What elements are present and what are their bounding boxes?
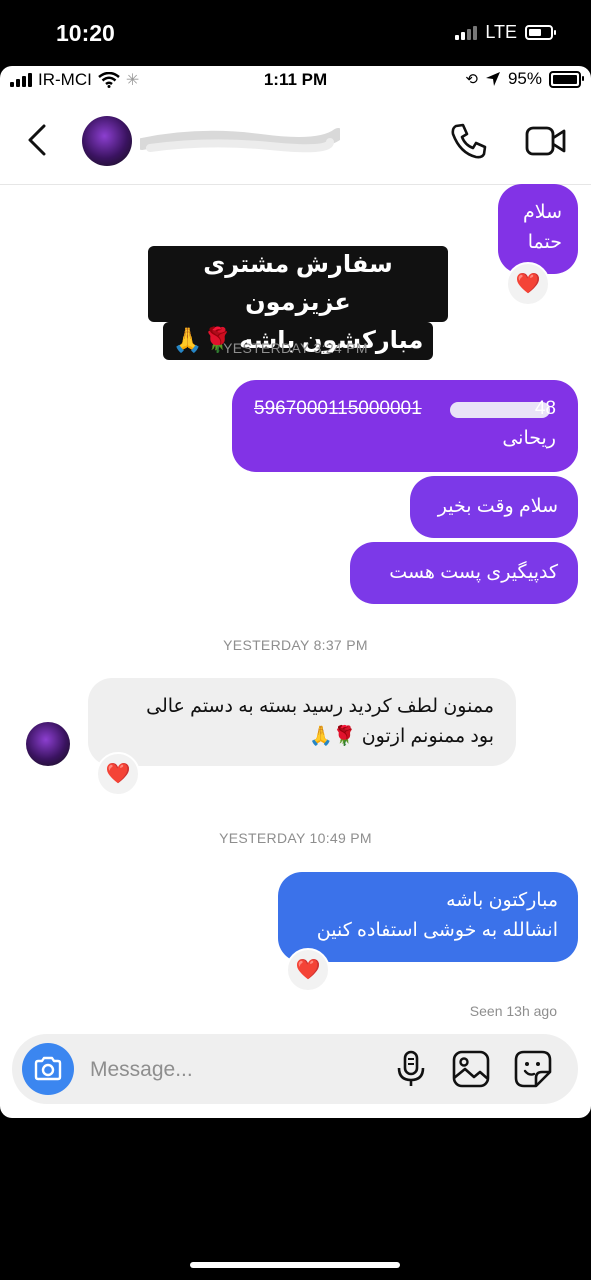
received-message[interactable]: ممنون لطف کردید رسید بسته به دستم عالی ب… [88,678,516,766]
redaction-scribble [140,128,340,153]
sticker-line: سفارش مشتری عزیزمون [148,246,448,322]
message-composer [12,1034,578,1104]
message-line: حتما [527,232,562,253]
location-icon [485,72,500,86]
sticker-icon[interactable] [514,1050,552,1088]
reaction-heart-icon[interactable]: ❤️ [96,752,140,796]
reaction-heart-icon[interactable]: ❤️ [286,948,330,992]
camera-icon [34,1056,62,1081]
camera-button[interactable] [22,1043,74,1095]
contact-name[interactable] [140,126,340,156]
reaction-heart-icon[interactable]: ❤️ [506,262,550,306]
sender-avatar[interactable] [26,722,70,766]
inner-status-icons: ⟲ 95% [465,69,584,89]
home-indicator[interactable] [190,1262,400,1268]
message-line: مبارکتون باشه [446,890,558,911]
timestamp-divider: YESTERDAY 8:37 PM [223,637,368,653]
timestamp-divider: YESTERDAY 10:49 PM [219,830,372,846]
message-line: سلام وقت بخیر [437,496,558,517]
instagram-dm-screen: IR-MCI ✳ 1:11 PM ⟲ 95% سلام حتما ❤️ سفار… [0,66,591,1118]
back-arrow-icon[interactable] [22,120,56,160]
battery-icon [549,70,584,88]
battery-icon [525,25,556,40]
message-input[interactable] [88,1052,372,1088]
video-call-icon[interactable] [523,120,569,162]
microphone-icon[interactable] [394,1050,428,1088]
message-line: ممنون لطف کردید رسید بسته به دستم عالی [146,696,494,717]
inner-status-bar: IR-MCI ✳ 1:11 PM ⟲ 95% [0,66,591,96]
message-line: بود ممنونم ازتون 🌹🙏 [309,726,494,747]
network-type: LTE [485,22,517,42]
sent-message-4[interactable]: کدپیگیری پست هست [350,542,578,604]
sent-message-3[interactable]: سلام وقت بخیر [410,476,578,538]
outer-status-icons: LTE [455,22,556,43]
contact-avatar[interactable] [82,116,132,166]
outer-clock: 10:20 [56,20,115,46]
timestamp-divider: YESTERDAY 3:24 PM [223,340,368,356]
message-line: ریحانی [502,428,556,449]
sent-message-6[interactable]: مبارکتون باشه انشالله به خوشی استفاده کن… [278,872,578,962]
message-line: سلام [522,202,562,223]
tracking-number: 5967000115000001 [254,398,422,419]
message-line: انشالله به خوشی استفاده کنین [316,920,558,941]
sent-message-2[interactable]: 5967000115000001 48 ریحانی [232,380,578,472]
sent-message-1[interactable]: سلام حتما [498,184,578,274]
rotation-lock-icon: ⟲ [465,71,478,88]
battery-percent: 95% [507,69,542,88]
message-line: کدپیگیری پست هست [389,562,558,583]
tracking-number-tail: 48 [534,398,556,419]
gallery-icon[interactable] [452,1050,490,1088]
phone-call-icon[interactable] [448,120,490,162]
cell-signal-icon [455,25,478,40]
seen-receipt: Seen 13h ago [469,1003,557,1019]
outer-status-bar: 10:20 LTE [0,0,591,66]
chat-header [0,96,591,185]
tracking-number-line: 5967000115000001 48 [254,394,556,424]
